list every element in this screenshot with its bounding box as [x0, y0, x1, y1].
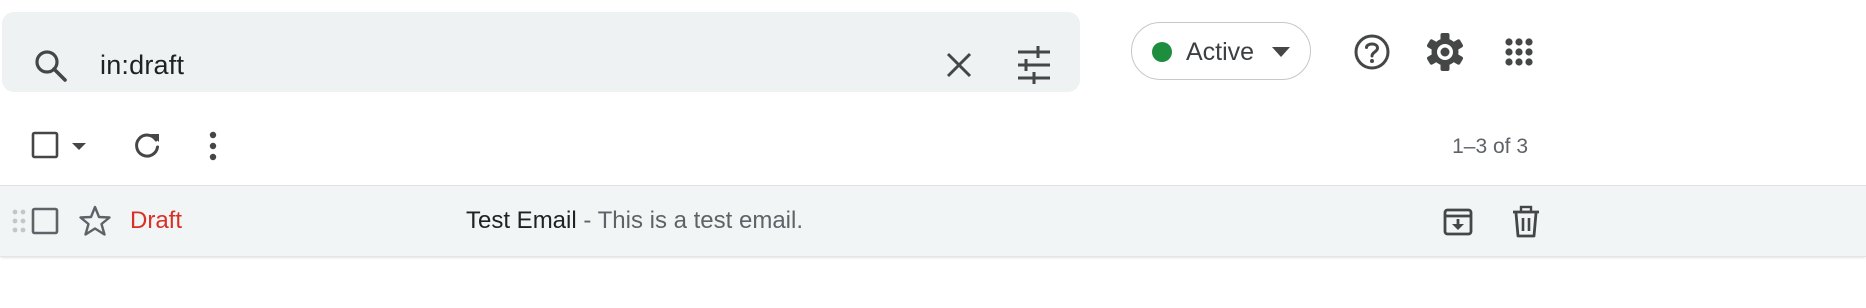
help-icon[interactable] — [1350, 30, 1394, 74]
email-subject: Test Email — [466, 207, 577, 234]
tune-icon[interactable] — [1012, 44, 1056, 88]
close-icon[interactable] — [938, 44, 982, 88]
more-options-icon[interactable] — [198, 128, 228, 164]
caret-down-icon — [1270, 43, 1292, 61]
search-bar[interactable]: in:draft — [2, 12, 1080, 92]
status-label: Active — [1186, 38, 1255, 66]
search-input[interactable]: in:draft — [100, 47, 184, 83]
trash-icon[interactable] — [1508, 204, 1544, 240]
status-selector[interactable]: Active — [1131, 22, 1311, 80]
select-all-checkbox[interactable] — [31, 131, 61, 161]
email-row[interactable]: Draft Test Email - This is a test email. — [0, 185, 1866, 257]
status-dot — [1152, 42, 1172, 62]
select-dropdown-icon[interactable] — [68, 138, 90, 154]
subject-line: Test Email - This is a test email. — [466, 206, 803, 236]
drag-handle-icon[interactable] — [10, 208, 28, 234]
email-snippet: - This is a test email. — [576, 207, 803, 234]
gear-icon[interactable] — [1423, 30, 1467, 74]
star-icon[interactable] — [78, 204, 112, 238]
refresh-icon[interactable] — [129, 128, 165, 164]
apps-grid-icon[interactable] — [1497, 30, 1541, 74]
archive-icon[interactable] — [1440, 204, 1476, 240]
sender-label: Draft — [130, 207, 183, 234]
pagination-count: 1–3 of 3 — [1452, 135, 1528, 158]
search-icon[interactable] — [32, 48, 72, 84]
row-checkbox[interactable] — [30, 206, 60, 236]
